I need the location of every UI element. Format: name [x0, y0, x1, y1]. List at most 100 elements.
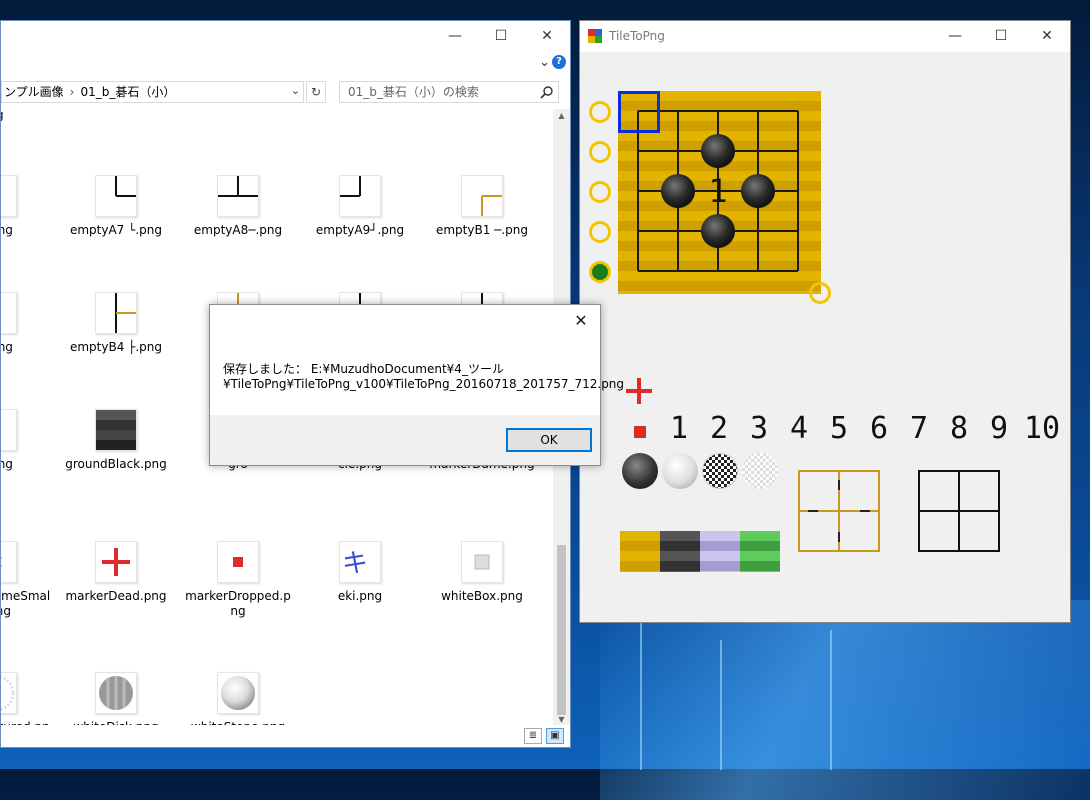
- file-thumbnail: [217, 175, 259, 217]
- desktop-wallpaper-glow: [600, 600, 1090, 800]
- black-stone: [741, 174, 775, 208]
- number-button[interactable]: 9: [990, 411, 1008, 446]
- refresh-icon[interactable]: ↻: [306, 81, 326, 103]
- number-button[interactable]: 6: [870, 411, 888, 446]
- file-name: markerDropped.png: [185, 589, 291, 618]
- palette-black-lines-tile[interactable]: [918, 470, 1000, 552]
- ok-button[interactable]: OK: [506, 428, 592, 452]
- breadcrumb-item[interactable]: 01_b_碁石（小）: [80, 85, 175, 99]
- file-name: groundBlack.png: [65, 457, 167, 471]
- ground-black-swatch[interactable]: [660, 531, 700, 572]
- svg-text:キ: キ: [342, 549, 368, 579]
- palette-white-stone[interactable]: [662, 453, 698, 489]
- marker-dropped-square-icon[interactable]: [634, 426, 646, 438]
- minimize-button[interactable]: —: [432, 21, 478, 51]
- breadcrumb-separator-icon: ›: [69, 85, 75, 99]
- file-thumbnail: [1, 175, 17, 217]
- file-name: whiteBox.png: [441, 589, 523, 603]
- status-bar: ≣ ▣: [1, 725, 570, 747]
- scroll-up-icon[interactable]: ▲: [553, 109, 570, 123]
- layer-radio-1[interactable]: [589, 101, 611, 123]
- file-name: eki.png: [337, 589, 383, 603]
- scrollbar-thumb[interactable]: [557, 545, 566, 715]
- explorer-titlebar[interactable]: — ☐ ✕: [1, 21, 570, 52]
- file-item[interactable]: キ eki.png: [301, 541, 419, 604]
- search-placeholder: 01_b_碁石（小）の検索: [348, 85, 479, 99]
- file-item[interactable]: emptyB4 ├.png: [57, 292, 175, 355]
- file-thumbnail: [95, 292, 137, 334]
- file-item[interactable]: markerDameSmall.png: [1, 541, 55, 619]
- minimize-button[interactable]: —: [932, 21, 978, 51]
- search-input[interactable]: 01_b_碁石（小）の検索: [339, 81, 559, 103]
- file-item[interactable]: ┤.png: [1, 292, 55, 355]
- layer-radio-2[interactable]: [589, 141, 611, 163]
- close-button[interactable]: ✕: [524, 21, 570, 51]
- details-view-icon[interactable]: ≣: [524, 728, 542, 744]
- number-button[interactable]: 2: [710, 411, 728, 446]
- wallpaper-light-streak: [830, 630, 832, 770]
- maximize-button[interactable]: ☐: [978, 21, 1024, 51]
- file-thumbnail: [95, 672, 137, 714]
- resize-handle[interactable]: [809, 282, 831, 304]
- file-item[interactable]: emptyA7 └.png: [57, 175, 175, 238]
- file-thumbnail: [461, 175, 503, 217]
- file-item[interactable]: ┤.png: [1, 175, 55, 238]
- file-item[interactable]: 数字置き ng: [1, 109, 55, 123]
- window-title: TileToPng: [609, 29, 665, 43]
- layer-radio-3[interactable]: [589, 181, 611, 203]
- file-item[interactable]: whiteBox.png: [423, 541, 541, 604]
- dialog-message: 保存しました： E:¥MuzudhoDocument¥4_ツール ¥TileTo…: [223, 362, 625, 391]
- number-button[interactable]: 5: [830, 411, 848, 446]
- file-name: emptyA9┘.png: [315, 223, 405, 237]
- number-button[interactable]: 1: [670, 411, 688, 446]
- layer-radio-5-selected[interactable]: [589, 261, 611, 283]
- ground-green-swatch[interactable]: [740, 531, 780, 572]
- file-thumbnail: [217, 672, 259, 714]
- file-name: emptyB1 ─.png: [435, 223, 529, 237]
- file-item[interactable]: emptyB1 ─.png: [423, 175, 541, 238]
- dialog-footer: OK: [210, 415, 600, 465]
- help-icon[interactable]: ?: [552, 55, 566, 69]
- marker-dead-plus-icon[interactable]: [624, 376, 654, 406]
- file-item[interactable]: markerDropped.png: [179, 541, 297, 619]
- close-button[interactable]: ✕: [1024, 21, 1070, 51]
- black-stone: [701, 134, 735, 168]
- file-item[interactable]: emptyA8─.png: [179, 175, 297, 238]
- number-button[interactable]: 8: [950, 411, 968, 446]
- file-thumbnail: [1, 541, 17, 583]
- palette-white-captured-stone[interactable]: [742, 453, 778, 489]
- palette-black-stone[interactable]: [622, 453, 658, 489]
- file-item[interactable]: emptyA9┘.png: [301, 175, 419, 238]
- breadcrumb-item[interactable]: ンプル画像: [4, 85, 64, 99]
- file-name: ┤.png: [1, 223, 13, 237]
- layer-radio-4[interactable]: [589, 221, 611, 243]
- file-item[interactable]: markerDead.png: [57, 541, 175, 604]
- number-button[interactable]: 10: [1024, 411, 1060, 446]
- number-button[interactable]: 3: [750, 411, 768, 446]
- file-item[interactable]: whiteDisk.png: [57, 672, 175, 727]
- file-thumbnail: [217, 541, 259, 583]
- number-button[interactable]: 7: [910, 411, 928, 446]
- file-thumbnail: [95, 409, 137, 451]
- wallpaper-light-streak: [640, 620, 642, 770]
- dialog-close-button[interactable]: ✕: [570, 310, 592, 332]
- selection-cursor[interactable]: [618, 91, 660, 133]
- palette-gold-lines-tile[interactable]: [798, 470, 880, 552]
- number-button[interactable]: 4: [790, 411, 808, 446]
- tiletopng-titlebar[interactable]: TileToPng — ☐ ✕: [580, 21, 1070, 52]
- expand-ribbon-chevron-icon[interactable]: ⌄: [539, 55, 550, 70]
- address-dropdown-icon[interactable]: ⌄: [287, 81, 304, 103]
- file-name: emptyA7 └.png: [69, 223, 163, 237]
- file-item[interactable]: whiteStone.png: [179, 672, 297, 727]
- file-item[interactable]: groundBlack.png: [57, 409, 175, 472]
- ground-gold-swatch[interactable]: [620, 531, 660, 572]
- file-item[interactable]: whiteCaptured.png: [1, 672, 55, 727]
- maximize-button[interactable]: ☐: [478, 21, 524, 51]
- large-icons-view-icon[interactable]: ▣: [546, 728, 564, 744]
- search-icon[interactable]: [540, 85, 554, 99]
- address-bar[interactable]: ンプル画像 › 01_b_碁石（小）: [1, 81, 304, 103]
- file-item[interactable]: ┤.png: [1, 409, 55, 472]
- ground-lavender-swatch[interactable]: [700, 531, 740, 572]
- file-thumbnail: [461, 541, 503, 583]
- palette-black-captured-stone[interactable]: [702, 453, 738, 489]
